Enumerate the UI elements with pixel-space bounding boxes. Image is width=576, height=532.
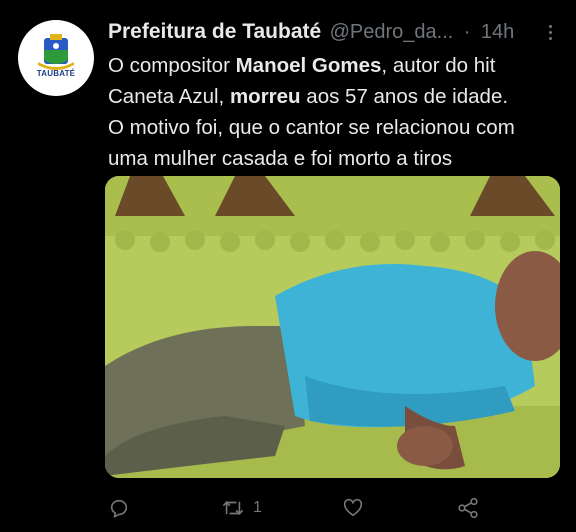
time-separator: · <box>463 21 471 43</box>
tweet-line-3: O motivo foi, que o cantor se relacionou… <box>108 116 515 139</box>
avatar[interactable]: TAUBATÉ <box>18 20 94 96</box>
heart-icon <box>343 498 363 517</box>
tweet-text: O compositor Manoel Gomes, autor do hit … <box>108 50 568 174</box>
crest-icon <box>38 34 74 70</box>
tweet-line-1: O compositor Manoel Gomes, autor do hit <box>108 54 496 77</box>
avatar-label: TAUBATÉ <box>36 69 76 78</box>
tweet-card[interactable]: TAUBATÉ Prefeitura de Taubaté @Pedro_da.… <box>0 0 576 532</box>
share-button[interactable] <box>456 490 480 526</box>
more-options-icon[interactable] <box>542 22 558 46</box>
retweet-icon <box>223 501 243 515</box>
share-icon <box>458 497 478 519</box>
photo-image <box>105 176 560 478</box>
tweet-header: Prefeitura de Taubaté @Pedro_da... · 14h <box>108 20 568 48</box>
reply-button[interactable] <box>108 490 130 526</box>
retweet-button[interactable]: 1 <box>221 490 262 526</box>
user-handle[interactable]: @Pedro_da... <box>330 21 454 43</box>
display-name[interactable]: Prefeitura de Taubaté <box>108 20 321 43</box>
tweet-line-2: Caneta Azul, morreu aos 57 anos de idade… <box>108 85 509 108</box>
tweet-photo[interactable] <box>105 176 560 478</box>
like-button[interactable] <box>342 490 364 526</box>
comment-icon <box>110 499 128 518</box>
retweet-count: 1 <box>253 499 262 516</box>
timestamp[interactable]: 14h <box>481 21 514 43</box>
tweet-actions: 1 <box>0 490 576 526</box>
tweet-line-4: uma mulher casada e foi morto a tiros <box>108 147 453 170</box>
